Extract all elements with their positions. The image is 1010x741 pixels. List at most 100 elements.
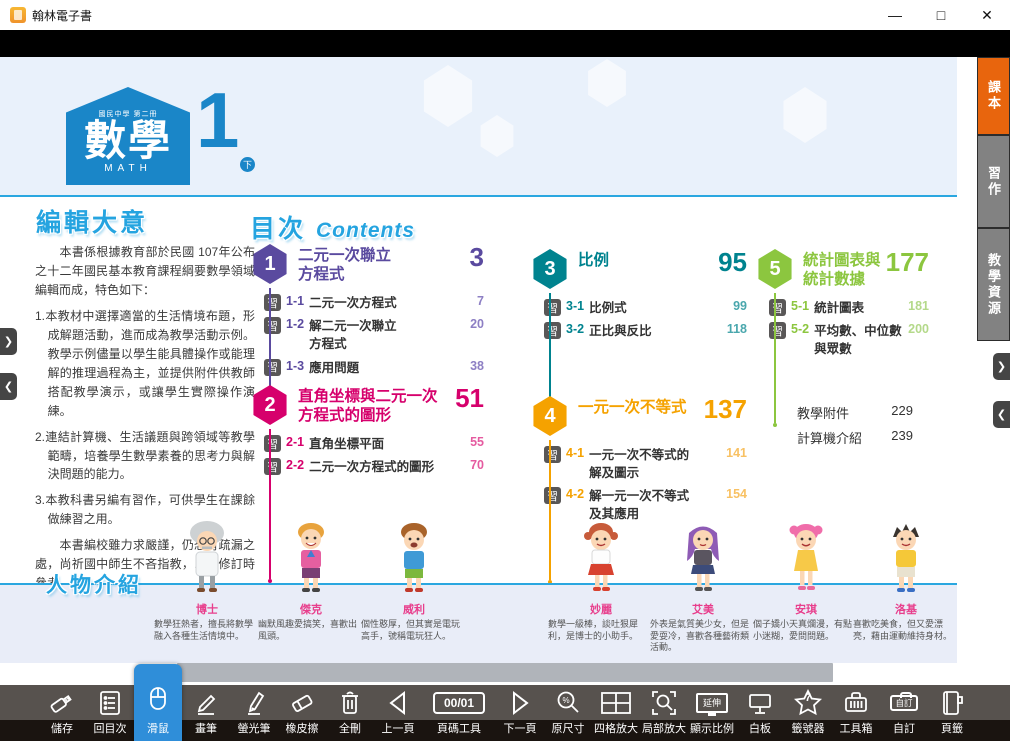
appendix-entry: 教學附件 229: [797, 403, 913, 422]
appendix-list: 教學附件 229 計算機介紹 239: [797, 403, 913, 453]
character-description: 外表是氣質美少女，但是愛耍冷，喜歡各種藝術類活動。: [650, 619, 756, 654]
next-page-button[interactable]: 下一頁: [496, 685, 544, 741]
character-illustration: [179, 519, 235, 595]
subject-english: MATH: [104, 163, 152, 174]
chapter-number-hex: 4: [532, 396, 568, 436]
eraser-icon: [278, 685, 326, 720]
character-description: 數學一級棒，談吐狠犀利，是博士的小助手。: [548, 619, 654, 642]
character-amy: 艾美 外表是氣質美少女，但是愛耍冷，喜歡各種藝術類活動。: [650, 519, 756, 654]
bottom-toolbar: 儲存 回目次 滑鼠 畫筆 螢光筆: [0, 685, 1010, 741]
character-illustration: [283, 519, 339, 595]
close-button[interactable]: ✕: [964, 0, 1010, 30]
four-grid-icon: [592, 685, 640, 720]
left-panel-collapse-arrow[interactable]: ❮: [0, 373, 17, 400]
toc-heading-zh: 目次: [250, 209, 306, 245]
right-panel-expand-arrow[interactable]: ❯: [993, 353, 1010, 380]
workbook-badge: 習: [769, 299, 786, 316]
chapter-number-hex: 3: [532, 249, 568, 289]
character-name: 艾美: [650, 601, 756, 617]
top-black-bar: [0, 30, 1010, 57]
tab-teaching-resources[interactable]: 教學資源: [977, 228, 1010, 341]
chapter-title: 一元一次不等式: [578, 399, 687, 418]
character-miaoli: 妙麗 數學一級棒，談吐狠犀利，是博士的小助手。: [548, 519, 654, 642]
left-panel-expand-arrow[interactable]: ❯: [0, 328, 17, 355]
tab-textbook[interactable]: 課本: [977, 57, 1010, 135]
volume-number: 1: [196, 81, 239, 159]
resource-tabs: 課本 習作 教學資源: [977, 57, 1010, 341]
tab-workbook[interactable]: 習作: [977, 135, 1010, 228]
extend-label: 延伸: [703, 696, 721, 709]
page-number-tool[interactable]: 00/01 頁碼工具: [422, 685, 496, 741]
original-size-button[interactable]: % 原尺寸: [544, 685, 592, 741]
custom-button[interactable]: 自訂 自訂: [880, 685, 928, 741]
character-name: 威利: [361, 601, 467, 617]
character-description: 喜歡吃美食，但又愛漂亮，藉由運動維持身材。: [853, 619, 959, 642]
eraser-tool-button[interactable]: 橡皮擦: [278, 685, 326, 741]
whiteboard-icon: [736, 685, 784, 720]
character-illustration: [386, 519, 442, 595]
editorial-heading: 編輯大意: [36, 203, 148, 239]
chapter-title: 直角坐標與二元一次 方程式的圖形: [298, 388, 438, 425]
editorial-paragraph: 1.本教材中選擇適當的生活情境布題，形成解題活動，進而成為教學活動示例。教學示例…: [35, 307, 255, 421]
toc-entry: 習 2-1 直角坐標平面 55: [264, 435, 484, 453]
back-to-contents-button[interactable]: 回目次: [86, 685, 134, 741]
editorial-paragraph: 2.連結計算機、生活議題與跨領域等教學範疇，培養學生數學素養的思考力與解決問題的…: [35, 428, 255, 485]
toolbox-icon: [832, 685, 880, 720]
workbook-badge: 習: [264, 435, 281, 452]
chapter-2-block: 2 直角坐標與二元一次 方程式的圖形 51 習 2-1 直角坐標平面 55 習 …: [252, 385, 484, 481]
whiteboard-button[interactable]: 白板: [736, 685, 784, 741]
character-jack: 傑克 幽默風趣愛搞笑，喜歡出風頭。: [258, 519, 364, 642]
prev-page-icon: [374, 685, 422, 720]
chapter-1-block: 1 二元一次聯立 方程式 3 習 1-1 二元一次方程式 7 習 1-2 解二元…: [252, 244, 484, 382]
chapter-page: 137: [704, 396, 747, 422]
chapter-page: 51: [455, 385, 484, 411]
save-button[interactable]: 儲存: [38, 685, 86, 741]
page-indicator[interactable]: 00/01: [433, 692, 485, 714]
toc-entry: 習 3-2 正比與反比 118: [544, 322, 747, 340]
editorial-paragraph: 本書係根據教育部於民國 107年公布之十二年國民基本教育課程綱要數學領域編輯而成…: [35, 243, 255, 300]
toc-entry: 習 4-1 一元一次不等式的 解及圖示 141: [544, 446, 747, 482]
hexagon-decoration: [478, 115, 516, 157]
book-page: 國民中學 第二冊 數學 MATH 1 下 編輯大意 目次 Contents 本書…: [0, 57, 1010, 685]
minimize-button[interactable]: —: [872, 0, 918, 30]
character-description: 數學狂熱者，擅長將數學融入各種生活情境中。: [154, 619, 260, 642]
workbook-badge: 習: [544, 487, 561, 504]
display-ratio-button[interactable]: 延伸 顯示比例: [688, 685, 736, 741]
chapter-4-block: 4 一元一次不等式 137 習 4-1 一元一次不等式的 解及圖示 141 習 …: [532, 396, 747, 529]
four-grid-zoom-button[interactable]: 四格放大: [592, 685, 640, 741]
toc-entry: 習 2-2 二元一次方程式的圖形 70: [264, 458, 484, 476]
workbook-badge: 習: [264, 317, 281, 334]
chapter-number-hex: 2: [252, 385, 288, 425]
toc-entry: 習 1-2 解二元一次聯立 方程式 20: [264, 317, 484, 353]
character-description: 個子嬌小天真爛漫，有點小迷糊，愛問問題。: [753, 619, 859, 642]
workbook-badge: 習: [544, 446, 561, 463]
character-illustration: [878, 519, 934, 595]
mouse-tool-button[interactable]: 滑鼠: [134, 664, 182, 741]
custom-toolbox-icon: 自訂: [890, 695, 918, 711]
chapter-title: 二元一次聯立 方程式: [298, 247, 391, 284]
trash-icon: [326, 685, 374, 720]
svg-text:%: %: [562, 696, 569, 705]
appendix-entry: 計算機介紹 239: [797, 428, 913, 447]
pen-icon: [182, 685, 230, 720]
right-panel-collapse-arrow[interactable]: ❮: [993, 401, 1010, 428]
character-angel: 安琪 個子嬌小天真爛漫，有點小迷糊，愛問問題。: [753, 519, 859, 642]
region-zoom-button[interactable]: 局部放大: [640, 685, 688, 741]
highlighter-tool-button[interactable]: 螢光筆: [230, 685, 278, 741]
app-logo-icon: [10, 7, 26, 23]
hexagon-decoration: [585, 59, 629, 107]
hexagon-decoration: [780, 87, 830, 143]
character-name: 博士: [154, 601, 260, 617]
previous-page-button[interactable]: 上一頁: [374, 685, 422, 741]
maximize-button[interactable]: □: [918, 0, 964, 30]
number-picker-button[interactable]: 7 籤號器: [784, 685, 832, 741]
page-tab-button[interactable]: 頁籤: [928, 685, 976, 741]
workbook-badge: 習: [264, 359, 281, 376]
character-intro-heading: 人物介紹: [46, 569, 142, 599]
character-name: 安琪: [753, 601, 859, 617]
toolbox-button[interactable]: 工具箱: [832, 685, 880, 741]
pen-tool-button[interactable]: 畫筆: [182, 685, 230, 741]
horizontal-scrollbar[interactable]: [177, 663, 833, 682]
delete-all-button[interactable]: 全刪: [326, 685, 374, 741]
character-illustration: [675, 519, 731, 595]
